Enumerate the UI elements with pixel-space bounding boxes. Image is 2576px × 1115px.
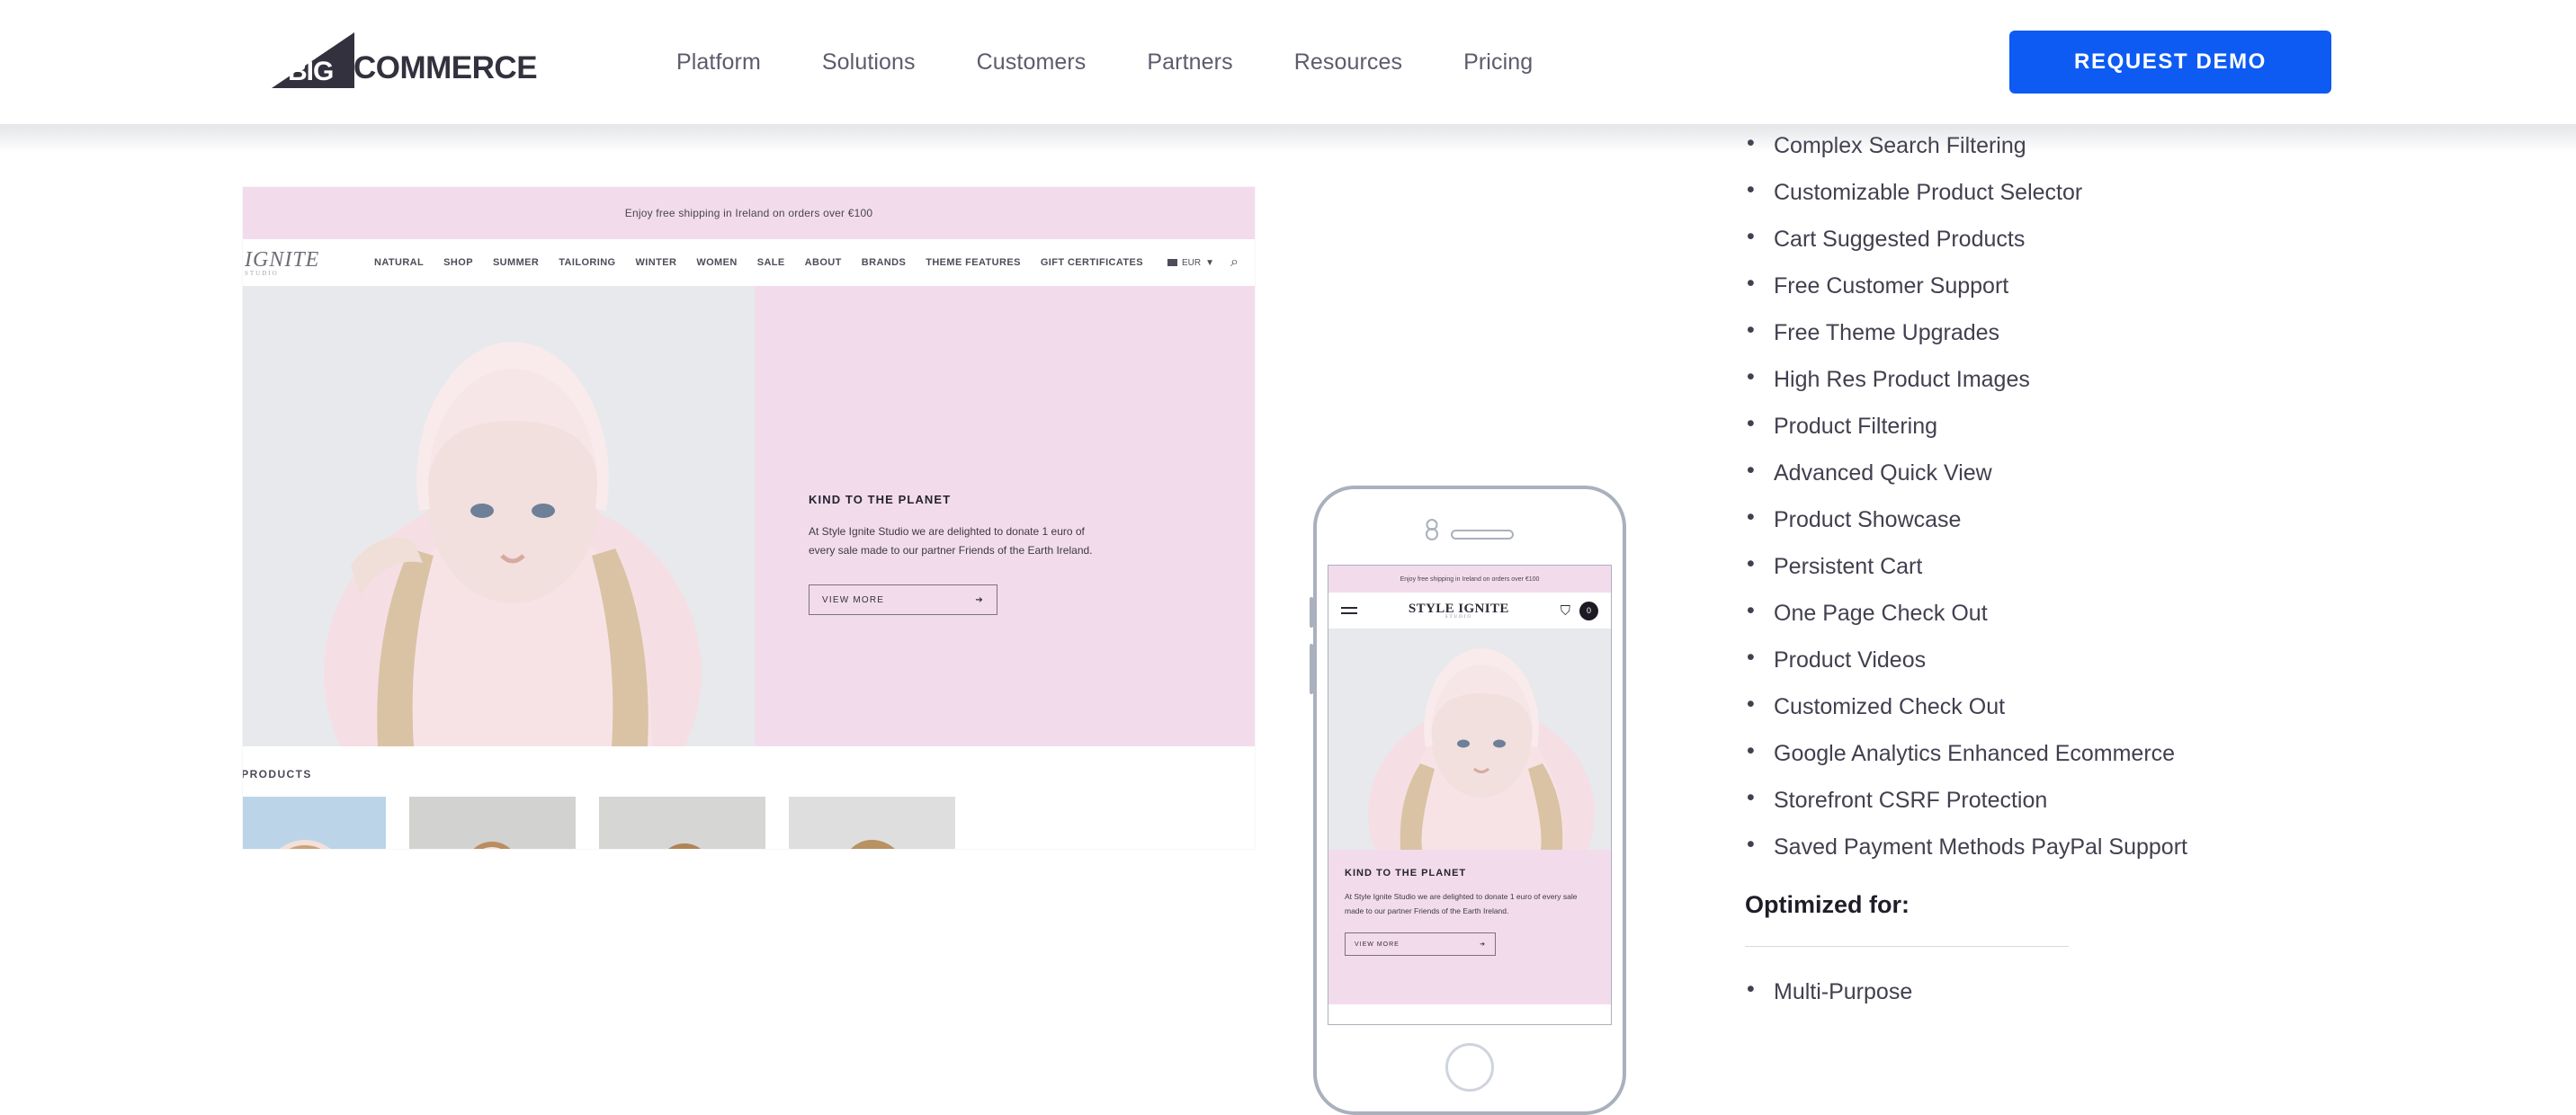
desktop-theme-preview[interactable]: Enjoy free shipping in Ireland on orders… <box>243 187 1255 849</box>
mobile-view-more-label: VIEW MORE <box>1355 941 1400 948</box>
store-nav-natural[interactable]: NATURAL <box>374 257 424 268</box>
featured-products-grid <box>243 797 1255 849</box>
camera-sensor-icon <box>1426 519 1438 531</box>
camera-dot-icon <box>1426 519 1438 540</box>
optimized-item-multi-purpose: Multi-Purpose <box>1745 978 2375 1004</box>
feature-item-storefront-csrf-protection: Storefront CSRF Protection <box>1745 787 2375 812</box>
feature-item-customizable-product-selector: Customizable Product Selector <box>1745 179 2375 204</box>
optimized-divider <box>1745 946 2069 947</box>
optimized-for-heading: Optimized for: <box>1745 891 1910 918</box>
mobile-announcement-text: Enjoy free shipping in Ireland on orders… <box>1400 575 1540 583</box>
phone-home-button[interactable] <box>1445 1043 1494 1092</box>
feature-item-high-res-product-images: High Res Product Images <box>1745 366 2375 391</box>
feature-item-free-customer-support: Free Customer Support <box>1745 272 2375 298</box>
nav-item-partners[interactable]: Partners <box>1116 49 1263 76</box>
store-nav-shop[interactable]: SHOP <box>443 257 473 268</box>
feature-item-customized-check-out: Customized Check Out <box>1745 693 2375 718</box>
store-nav-theme-features[interactable]: THEME FEATURES <box>926 257 1021 268</box>
store-navigation-bar: IGNITE STUDIO NATURAL SHOP SUMMER TAILOR… <box>243 239 1255 286</box>
currency-selector[interactable]: EUR ▼ <box>1167 258 1214 268</box>
product-thumbnail[interactable] <box>409 797 576 849</box>
nav-item-resources[interactable]: Resources <box>1264 49 1433 76</box>
phone-camera-area <box>1416 519 1524 540</box>
optimized-for-list: Multi-Purpose <box>1745 978 2375 1004</box>
mobile-view-more-button[interactable]: VIEW MORE ➔ <box>1345 932 1496 957</box>
feature-item-persistent-cart: Persistent Cart <box>1745 553 2375 578</box>
product-thumbnail[interactable] <box>243 797 386 849</box>
arrow-right-icon: ➔ <box>1480 941 1486 949</box>
nav-item-customers[interactable]: Customers <box>946 49 1117 76</box>
hero-body-text: At Style Ignite Studio we are delighted … <box>809 525 1093 557</box>
main-navigation: Platform Solutions Customers Partners Re… <box>646 0 1563 124</box>
feature-list: Complex Search Filtering Customizable Pr… <box>1745 132 2375 859</box>
mobile-theme-preview[interactable]: Enjoy free shipping in Ireland on orders… <box>1310 486 1626 1115</box>
phone-screen: Enjoy free shipping in Ireland on orders… <box>1328 565 1612 1025</box>
store-nav-utilities: EUR ▼ ⌕ <box>1167 254 1239 271</box>
nav-item-solutions[interactable]: Solutions <box>792 49 946 76</box>
bigcommerce-triangle-icon: BIG <box>272 32 354 88</box>
nav-item-pricing[interactable]: Pricing <box>1433 49 1563 76</box>
store-logo-name: IGNITE <box>245 248 320 272</box>
mobile-nav-icons: ⛉ 0 <box>1561 601 1598 620</box>
mobile-hero-panel: KIND TO THE PLANET At Style Ignite Studi… <box>1328 850 1611 1004</box>
hero-view-more-label: VIEW MORE <box>822 594 885 605</box>
feature-item-one-page-check-out: One Page Check Out <box>1745 600 2375 625</box>
product-thumbnail[interactable] <box>599 797 765 849</box>
mobile-announcement-bar: Enjoy free shipping in Ireland on orders… <box>1328 566 1611 593</box>
feature-item-cart-suggested-products: Cart Suggested Products <box>1745 226 2375 251</box>
flag-icon <box>1167 259 1177 266</box>
feature-item-product-videos: Product Videos <box>1745 647 2375 672</box>
store-hero: KIND TO THE PLANET At Style Ignite Studi… <box>243 286 1255 746</box>
bigcommerce-logo[interactable]: BIG COMMERCE <box>272 32 538 88</box>
mobile-hero-image <box>1328 629 1611 850</box>
mobile-logo-name: STYLE IGNITE <box>1408 602 1509 616</box>
nav-item-platform[interactable]: Platform <box>646 49 792 76</box>
hero-model-image <box>243 286 755 746</box>
feature-item-product-showcase: Product Showcase <box>1745 506 2375 531</box>
mobile-store-logo[interactable]: STYLE IGNITE STUDIO <box>1409 602 1509 620</box>
store-nav-winter[interactable]: WINTER <box>636 257 677 268</box>
store-nav-about[interactable]: ABOUT <box>805 257 842 268</box>
request-demo-button[interactable]: REQUEST DEMO <box>2009 31 2331 94</box>
store-announcement-bar: Enjoy free shipping in Ireland on orders… <box>243 187 1255 239</box>
store-nav-brands[interactable]: BRANDS <box>862 257 906 268</box>
mobile-hero-title: KIND TO THE PLANET <box>1345 868 1467 879</box>
featured-products-section: ED PRODUCTS <box>243 746 1255 849</box>
currency-label: EUR <box>1182 257 1202 268</box>
store-logo[interactable]: IGNITE STUDIO <box>245 248 353 277</box>
search-icon[interactable]: ⌕ <box>1230 254 1239 271</box>
phone-speaker-icon <box>1451 529 1514 540</box>
arrow-right-icon: ➔ <box>975 594 984 605</box>
feature-item-google-analytics: Google Analytics Enhanced Ecommerce <box>1745 740 2375 765</box>
feature-item-advanced-quick-view: Advanced Quick View <box>1745 459 2375 485</box>
store-nav-sale[interactable]: SALE <box>757 257 785 268</box>
feature-item-saved-payment-methods: Saved Payment Methods PayPal Support <box>1745 834 2375 859</box>
store-nav-gift-certificates[interactable]: GIFT CERTIFICATES <box>1041 257 1143 268</box>
mobile-navigation-bar: STYLE IGNITE STUDIO ⛉ 0 <box>1328 593 1611 629</box>
theme-features-column: Complex Search Filtering Customizable Pr… <box>1745 132 2375 1028</box>
store-nav-tailoring[interactable]: TAILORING <box>559 257 615 268</box>
user-account-icon[interactable]: ⛉ <box>1561 603 1570 619</box>
site-header: BIG COMMERCE Platform Solutions Customer… <box>0 0 2576 124</box>
hero-content-panel: KIND TO THE PLANET At Style Ignite Studi… <box>755 286 1255 746</box>
mobile-hero-body: At Style Ignite Studio we are delighted … <box>1345 892 1578 915</box>
featured-products-label: ED PRODUCTS <box>243 768 312 780</box>
store-nav-summer[interactable]: SUMMER <box>493 257 539 268</box>
cart-icon[interactable]: 0 <box>1579 601 1598 620</box>
chevron-down-icon: ▼ <box>1205 257 1215 268</box>
store-nav-women[interactable]: WOMEN <box>696 257 737 268</box>
hamburger-menu-icon[interactable] <box>1341 603 1357 618</box>
store-announcement-text: Enjoy free shipping in Ireland on orders… <box>624 207 873 219</box>
hero-title: KIND TO THE PLANET <box>809 493 952 506</box>
product-thumbnail[interactable] <box>789 797 955 849</box>
hero-view-more-button[interactable]: VIEW MORE ➔ <box>809 584 997 616</box>
store-nav-links: NATURAL SHOP SUMMER TAILORING WINTER WOM… <box>374 257 1143 268</box>
bigcommerce-wordmark: COMMERCE <box>353 50 538 85</box>
svg-text:BIG: BIG <box>288 57 333 86</box>
feature-item-product-filtering: Product Filtering <box>1745 413 2375 438</box>
feature-item-complex-search-filtering: Complex Search Filtering <box>1745 132 2375 157</box>
feature-item-free-theme-upgrades: Free Theme Upgrades <box>1745 319 2375 344</box>
